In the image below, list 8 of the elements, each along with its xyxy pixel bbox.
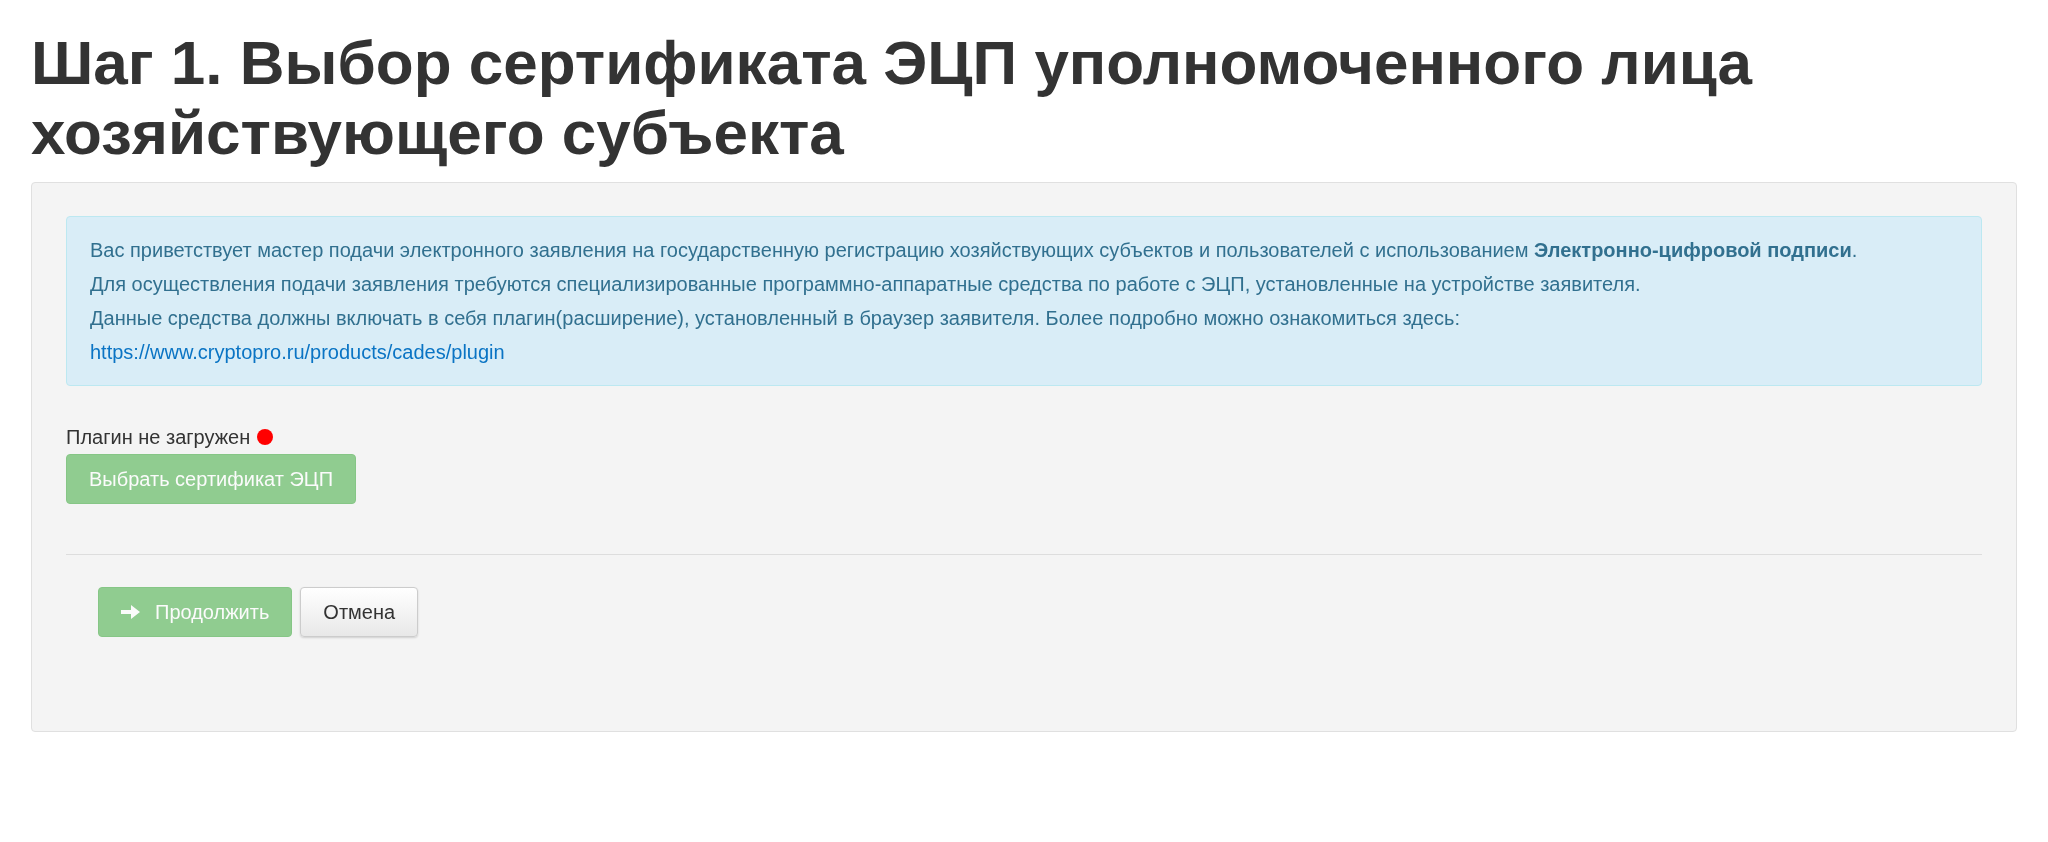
page-title: Шаг 1. Выбор сертификата ЭЦП уполномоченного лица хозяйствующего субъекта [31, 28, 1754, 168]
info-text: Вас приветствует мастер подачи электронного заявления на государственную регистрацию хозяйствующих субъектов и пользователей с использованием Электронно-цифровой подписи. [90, 238, 1859, 263]
info-text: Для осуществления подачи заявления требуются специализированные программно-аппаратные средства по работе с ЭЦП, установленные на устройстве заявителя. [90, 272, 1642, 297]
info-text: Данные средства должны включать в себя плагин(расширение), установленный в браузер заявителя. Более подробно можно ознакомиться здесь: [90, 306, 1461, 331]
plugin-link[interactable]: https://www.cryptopro.ru/products/cades/plugin [90, 341, 505, 363]
arrow-right-icon [121, 604, 141, 620]
plugin-status-text: Плагин не загружен [66, 425, 251, 450]
cancel-button[interactable]: Отмена [300, 587, 419, 637]
